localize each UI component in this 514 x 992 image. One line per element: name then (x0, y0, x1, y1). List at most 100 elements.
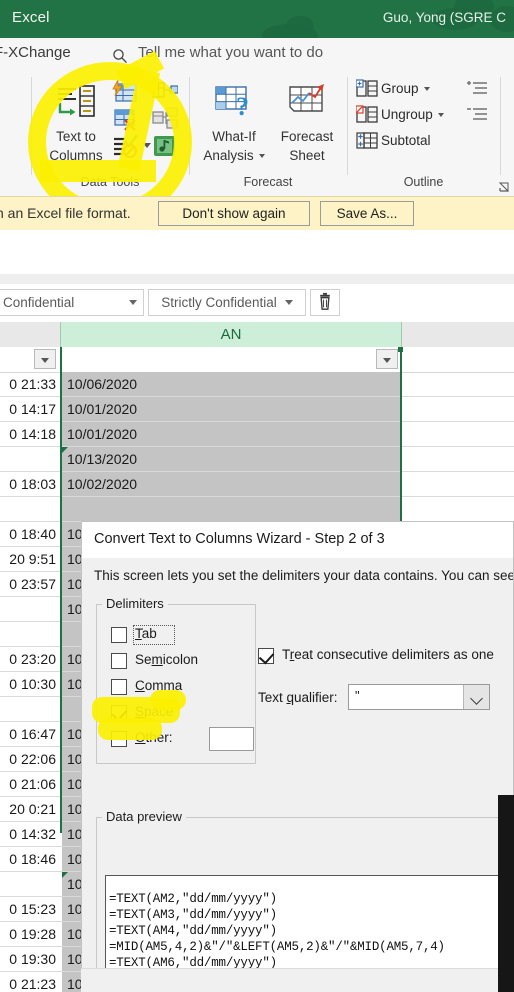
column-header-an[interactable]: AN (60, 322, 402, 347)
cell-timestamp[interactable]: 0 16:47 (0, 722, 59, 746)
selection-handle[interactable] (398, 347, 403, 352)
delete-sensitivity-button[interactable] (310, 289, 340, 316)
delimiter-tab-checkbox[interactable] (111, 627, 127, 643)
delimiter-comma-row[interactable]: Comma (111, 678, 241, 698)
subtotal-icon (356, 132, 378, 149)
delimiter-space-row[interactable]: Space (111, 704, 241, 724)
cell-timestamp[interactable]: 20 0:21 (0, 797, 59, 821)
cell-timestamp[interactable]: 20 9:51 (0, 547, 59, 571)
tab-f-xchange[interactable]: F-XChange (0, 44, 71, 61)
show-detail-icon[interactable] (466, 80, 488, 98)
cell-timestamp[interactable]: 0 18:40 (0, 522, 59, 546)
delimiter-space-label: Space (135, 704, 174, 719)
cell-timestamp[interactable] (0, 622, 59, 646)
group-divider (500, 77, 501, 175)
delimiter-other-row[interactable]: Other: (111, 727, 254, 751)
treat-consecutive-row[interactable]: Treat consecutive delimiters as one (258, 647, 508, 667)
filter-dropdown-icon-left[interactable] (34, 349, 56, 369)
cell-an-date[interactable]: 10/02/2020 (62, 472, 400, 496)
delimiter-space-checkbox[interactable] (111, 705, 127, 721)
column-header-right[interactable] (402, 322, 514, 347)
chevron-down-icon[interactable] (437, 113, 444, 118)
cell-an-date[interactable] (62, 497, 400, 521)
cell-timestamp[interactable] (0, 872, 59, 896)
relationships-icon[interactable] (152, 107, 178, 131)
delimiter-other-label: Other: (135, 730, 173, 745)
dont-show-again-button[interactable]: Don't show again (158, 201, 310, 226)
cell-timestamp[interactable]: 0 23:20 (0, 647, 59, 671)
ungroup-button[interactable]: Ungroup (381, 107, 444, 122)
what-if-analysis-button[interactable]: ? What-If Analysis (196, 77, 272, 175)
text-to-columns-button[interactable]: Text to Columns (32, 77, 120, 175)
delimiter-semicolon-checkbox[interactable] (111, 653, 127, 669)
excel-window: Excel Guo, Yong (SGRE C F-XChange Tell m… (0, 0, 514, 992)
group-button[interactable]: Group (381, 81, 430, 96)
search-icon (113, 49, 127, 64)
delimiter-comma-label: Comma (135, 678, 183, 693)
text-qualifier-select[interactable]: " (348, 684, 490, 710)
filter-dropdown-icon-an[interactable] (376, 349, 398, 369)
cell-timestamp[interactable] (0, 447, 59, 471)
chevron-down-icon[interactable] (463, 685, 489, 709)
consolidate-icon[interactable] (152, 80, 178, 102)
cell-timestamp[interactable] (0, 497, 59, 521)
cell-timestamp[interactable]: 0 18:03 (0, 472, 59, 496)
subtotal-button[interactable]: Subtotal (381, 133, 431, 148)
forecast-sheet-button[interactable]: Forecast Sheet (272, 77, 342, 175)
hide-detail-icon[interactable] (466, 106, 488, 124)
data-validation-dropdown-caret[interactable] (143, 143, 151, 148)
cell-timestamp[interactable]: 0 15:23 (0, 897, 59, 921)
treat-consecutive-checkbox[interactable] (258, 648, 274, 664)
cell-an-date[interactable]: 10/01/2020 (62, 397, 400, 421)
group-label-forecast: Forecast (243, 175, 293, 189)
table-row[interactable]: 0 21:33 10/06/2020 (0, 372, 514, 397)
dialog-description: This screen lets you set the delimiters … (94, 568, 514, 583)
save-as-button[interactable]: Save As... (320, 201, 414, 226)
account-name[interactable]: Guo, Yong (SGRE C (383, 10, 506, 25)
sensitivity-strictly-confidential-button[interactable]: Strictly Confidential (148, 289, 306, 316)
cell-timestamp[interactable]: 0 14:32 (0, 822, 59, 846)
table-row[interactable] (0, 497, 514, 522)
cell-timestamp[interactable]: 0 21:23 (0, 972, 59, 992)
cell-an-date[interactable]: 10/13/2020 (62, 447, 400, 471)
cell-timestamp[interactable]: 0 21:33 (0, 372, 59, 396)
sensitivity-confidential-button[interactable]: Confidential (0, 289, 144, 316)
tell-me-input[interactable]: Tell me what you want to do (138, 44, 323, 61)
chevron-down-icon[interactable] (423, 87, 430, 92)
dialog-launcher-icon[interactable] (499, 182, 509, 192)
cell-timestamp[interactable]: 0 19:28 (0, 922, 59, 946)
cell-an-date[interactable]: 10/01/2020 (62, 422, 400, 446)
delimiter-other-checkbox[interactable] (111, 731, 127, 747)
cell-timestamp[interactable]: 0 23:57 (0, 572, 59, 596)
screen-edge-bar (498, 795, 514, 992)
chevron-down-icon[interactable] (258, 154, 265, 159)
flash-fill-icon[interactable] (112, 80, 138, 104)
cell-an-date[interactable]: 10/06/2020 (62, 372, 400, 396)
table-row[interactable]: 0 14:17 10/01/2020 (0, 397, 514, 422)
delimiter-semicolon-row[interactable]: Semicolon (111, 652, 241, 672)
cell-timestamp[interactable]: 0 22:06 (0, 747, 59, 771)
delimiter-comma-checkbox[interactable] (111, 679, 127, 695)
decorative-cloud (286, 16, 314, 34)
delimiter-other-input[interactable] (209, 727, 254, 751)
table-row[interactable]: 0 18:03 10/02/2020 (0, 472, 514, 497)
data-preview-box[interactable]: =TEXT(AM2,"dd/mm/yyyy") =TEXT(AM3,"dd/mm/… (105, 875, 514, 973)
delimiter-tab-row[interactable]: Tab (111, 625, 241, 646)
remove-duplicates-icon[interactable] (112, 107, 138, 131)
cell-timestamp[interactable]: 0 19:30 (0, 947, 59, 971)
data-validation-icon[interactable] (112, 134, 138, 158)
cell-timestamp[interactable]: 0 21:06 (0, 772, 59, 796)
cell-timestamp[interactable]: 0 14:18 (0, 422, 59, 446)
cell-timestamp[interactable]: 0 14:17 (0, 397, 59, 421)
forecast-sheet-label-line1: Forecast (280, 129, 334, 144)
column-header-left[interactable] (0, 322, 60, 347)
table-row[interactable]: 10/13/2020 (0, 447, 514, 472)
cell-timestamp[interactable] (0, 597, 59, 621)
table-row[interactable]: 0 14:18 10/01/2020 (0, 422, 514, 447)
cell-timestamp[interactable]: 0 18:46 (0, 847, 59, 871)
cell-timestamp[interactable]: 0 10:30 (0, 672, 59, 696)
formula-bar-area (0, 230, 514, 275)
manage-data-model-icon[interactable] (152, 134, 178, 158)
app-title: Excel (12, 9, 50, 26)
cell-timestamp[interactable] (0, 697, 59, 721)
